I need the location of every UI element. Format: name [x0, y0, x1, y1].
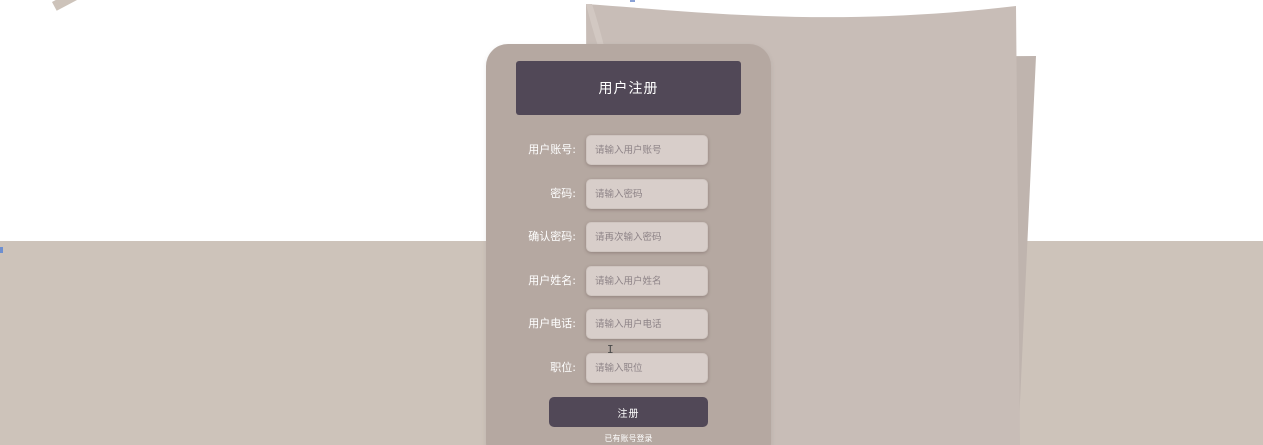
confirm-password-input[interactable]	[586, 222, 708, 252]
phone-input[interactable]	[586, 309, 708, 339]
field-row-name: 用户姓名:	[486, 266, 771, 296]
form-title: 用户注册	[516, 61, 741, 115]
register-button[interactable]: 注册	[549, 397, 708, 427]
register-form-card: 用户注册 用户账号: 密码: 确认密码: 用户姓名: 用户电话: 职位: 注册 …	[486, 44, 771, 445]
page-background: 用户注册 用户账号: 密码: 确认密码: 用户姓名: 用户电话: 职位: 注册 …	[0, 0, 1263, 445]
name-input[interactable]	[586, 266, 708, 296]
field-row-confirm-password: 确认密码:	[486, 222, 771, 252]
login-link[interactable]: 已有账号登录	[486, 433, 771, 444]
phone-label: 用户电话:	[528, 317, 576, 330]
position-label: 职位:	[550, 361, 576, 374]
confirm-password-label: 确认密码:	[528, 230, 576, 243]
field-row-phone: 用户电话:	[486, 309, 771, 339]
password-label: 密码:	[550, 187, 576, 200]
account-input[interactable]	[586, 135, 708, 165]
i-beam-cursor-icon: I	[607, 343, 614, 356]
field-row-position: 职位:	[486, 353, 771, 383]
field-row-password: 密码:	[486, 179, 771, 209]
position-input[interactable]	[586, 353, 708, 383]
field-row-account: 用户账号:	[486, 135, 771, 165]
name-label: 用户姓名:	[528, 274, 576, 287]
account-label: 用户账号:	[528, 143, 576, 156]
password-input[interactable]	[586, 179, 708, 209]
